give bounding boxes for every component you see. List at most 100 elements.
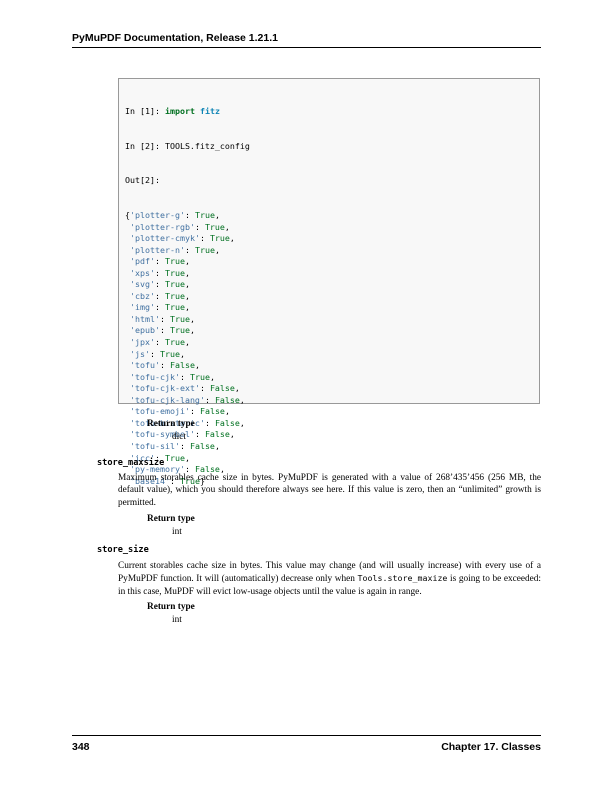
- config-entry: 'tofu': False,: [125, 360, 533, 372]
- entry-suffix: ,: [234, 383, 240, 394]
- store-size-return-label: Return type: [147, 602, 195, 612]
- attribute-store-maxsize: store_maxsize: [97, 458, 165, 468]
- config-entry: 'plotter-rgb': True,: [125, 222, 533, 234]
- config-entry: 'img': True,: [125, 302, 533, 314]
- entry-colon: :: [194, 221, 205, 232]
- code-line-config: In [2]: TOOLS.fitz_config: [125, 140, 250, 151]
- entry-key: 'svg': [130, 279, 155, 290]
- entry-key: 'tofu-cjk-lang': [130, 394, 205, 405]
- entry-value: True: [164, 290, 185, 301]
- store-size-code: Tools.store_maxize: [357, 573, 448, 584]
- code-block: In [1]: import fitz In [2]: TOOLS.fitz_c…: [118, 78, 540, 486]
- entry-value: True: [164, 452, 185, 463]
- module-fitz: fitz: [199, 106, 220, 117]
- config-entry: 'tofu-symbol': False,: [125, 429, 533, 441]
- store-size-return-value: int: [172, 615, 182, 625]
- entry-colon: :: [184, 210, 195, 221]
- entry-key: 'jpx': [130, 337, 155, 348]
- entry-value: True: [194, 210, 215, 221]
- return-type-value: dict: [172, 432, 186, 442]
- entry-suffix: ,: [179, 348, 185, 359]
- entry-value: True: [159, 348, 180, 359]
- entry-suffix: ,: [214, 210, 220, 221]
- entry-key: 'pdf': [130, 256, 155, 267]
- entry-colon: :: [204, 417, 215, 428]
- entry-suffix: ,: [229, 233, 235, 244]
- entry-key: 'xps': [130, 267, 155, 278]
- entry-colon: :: [154, 267, 165, 278]
- running-header: PyMuPDF Documentation, Release 1.21.1: [72, 33, 541, 48]
- entry-suffix: ,: [194, 360, 200, 371]
- config-entry: 'js': True,: [125, 349, 533, 361]
- entry-key: 'plotter-cmyk': [130, 233, 200, 244]
- entry-key: 'tofu': [130, 360, 160, 371]
- code-line-out: Out[2]:: [125, 175, 160, 186]
- entry-key: 'html': [130, 313, 160, 324]
- entry-colon: :: [189, 406, 200, 417]
- entry-suffix: ,: [224, 406, 230, 417]
- config-entry: 'svg': True,: [125, 279, 533, 291]
- entry-value: True: [209, 233, 230, 244]
- entry-value: False: [199, 406, 225, 417]
- config-entry: 'xps': True,: [125, 268, 533, 280]
- entry-suffix: ,: [184, 302, 190, 313]
- entry-value: False: [214, 417, 240, 428]
- store-maxsize-return-label: Return type: [147, 514, 195, 524]
- config-entry: 'cbz': True,: [125, 291, 533, 303]
- entry-suffix: ,: [239, 417, 245, 428]
- entry-value: True: [164, 302, 185, 313]
- code-content: In [1]: import fitz In [2]: TOOLS.fitz_c…: [125, 83, 533, 510]
- entry-colon: :: [159, 360, 170, 371]
- entry-suffix: ,: [184, 267, 190, 278]
- entry-value: True: [189, 371, 210, 382]
- page-number: 348: [72, 741, 90, 753]
- entry-colon: :: [179, 440, 190, 451]
- entry-suffix: ,: [184, 290, 190, 301]
- config-entry: 'tofu-emoji': False,: [125, 406, 533, 418]
- header-title: PyMuPDF Documentation, Release 1.21.1: [72, 32, 278, 44]
- entry-suffix: ,: [224, 221, 230, 232]
- entry-key: 'epub': [130, 325, 160, 336]
- config-entry: 'tofu-sil': False,: [125, 441, 533, 453]
- entry-key: 'img': [130, 302, 155, 313]
- config-entry: 'plotter-cmyk': True,: [125, 233, 533, 245]
- entry-colon: :: [149, 348, 160, 359]
- entry-colon: :: [199, 233, 210, 244]
- entry-suffix: ,: [189, 325, 195, 336]
- entry-value: False: [189, 440, 215, 451]
- entry-key: 'tofu-cjk': [130, 371, 180, 382]
- entry-value: True: [169, 313, 190, 324]
- entry-key: 'tofu-sil': [130, 440, 180, 451]
- entry-suffix: ,: [209, 371, 215, 382]
- entry-key: 'plotter-rgb': [130, 221, 195, 232]
- config-entry: 'plotter-n': True,: [125, 245, 533, 257]
- config-entries: {'plotter-g': True, 'plotter-rgb': True,…: [125, 210, 533, 487]
- entry-colon: :: [184, 244, 195, 255]
- entry-value: True: [204, 221, 225, 232]
- store-size-description: Current storables cache size in bytes. T…: [118, 560, 541, 598]
- config-entry: 'tofu-cjk': True,: [125, 372, 533, 384]
- entry-colon: :: [199, 383, 210, 394]
- store-maxsize-description: Maximum storables cache size in bytes. P…: [118, 473, 541, 508]
- entry-colon: :: [194, 429, 205, 440]
- entry-suffix: ,: [184, 279, 190, 290]
- entry-key: 'tofu-emoji': [130, 406, 190, 417]
- keyword-import: import: [164, 106, 195, 117]
- entry-value: True: [164, 279, 185, 290]
- entry-suffix: ,: [229, 429, 235, 440]
- config-entry: 'pdf': True,: [125, 256, 533, 268]
- chapter-title: Chapter 17. Classes: [441, 741, 541, 753]
- entry-value: True: [169, 325, 190, 336]
- entry-colon: :: [179, 371, 190, 382]
- config-entry: 'icc': True,: [125, 453, 533, 465]
- entry-suffix: ,: [239, 394, 245, 405]
- config-entry: 'epub': True,: [125, 325, 533, 337]
- entry-suffix: ,: [214, 440, 220, 451]
- config-entry: {'plotter-g': True,: [125, 210, 533, 222]
- config-entry: 'tofu-cjk-ext': False,: [125, 383, 533, 395]
- entry-colon: :: [154, 256, 165, 267]
- running-footer: 348 Chapter 17. Classes: [72, 735, 541, 753]
- attribute-store-size: store_size: [97, 545, 149, 555]
- entry-value: True: [194, 244, 215, 255]
- entry-colon: :: [204, 394, 215, 405]
